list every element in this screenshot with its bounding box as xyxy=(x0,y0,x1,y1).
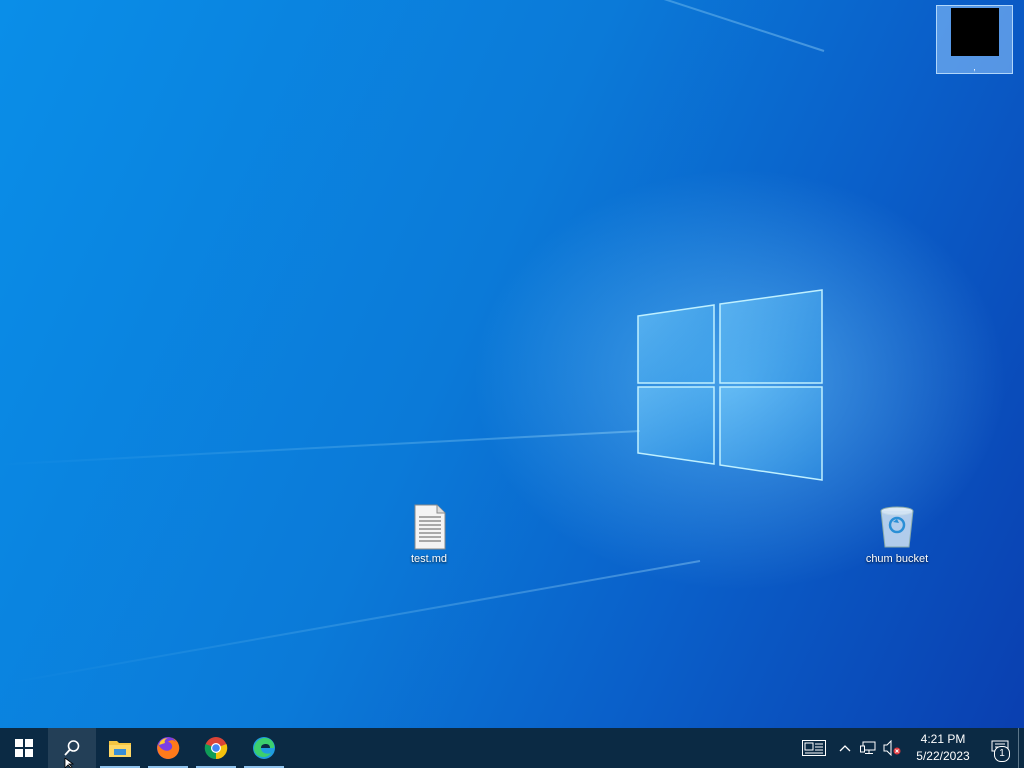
light-beam xyxy=(0,0,825,52)
windows-logo-wallpaper xyxy=(637,289,823,481)
windows-logo-icon xyxy=(15,739,33,757)
search-icon xyxy=(64,740,80,756)
volume-muted-icon xyxy=(883,740,901,756)
desktop-icon-chum-bucket[interactable]: chum bucket xyxy=(852,503,942,565)
edge-button[interactable] xyxy=(240,728,288,768)
desktop-background[interactable]: test.md chum bucket , xyxy=(0,0,1024,728)
light-beam xyxy=(0,430,641,466)
window-thumbnail[interactable]: , xyxy=(936,5,1013,74)
thumbnail-caption: , xyxy=(973,62,976,72)
text-file-icon xyxy=(405,503,453,551)
clock[interactable]: 4:21 PM 5/22/2023 xyxy=(904,728,982,768)
network-icon xyxy=(860,741,876,754)
firefox-button[interactable] xyxy=(144,728,192,768)
volume-button[interactable] xyxy=(880,728,904,768)
recycle-bin-icon xyxy=(873,503,921,551)
news-widget-button[interactable] xyxy=(794,728,834,768)
chevron-up-icon xyxy=(839,745,851,752)
desktop-icon-label: test.md xyxy=(410,553,448,565)
file-explorer-button[interactable] xyxy=(96,728,144,768)
chrome-button[interactable] xyxy=(192,728,240,768)
start-button[interactable] xyxy=(0,728,48,768)
action-center-button[interactable]: 1 xyxy=(982,728,1018,768)
network-button[interactable] xyxy=(856,728,880,768)
thumbnail-preview xyxy=(951,8,999,56)
clock-time: 4:21 PM xyxy=(920,732,966,746)
desktop-icon-test-md[interactable]: test.md xyxy=(384,503,474,565)
show-hidden-icons-button[interactable] xyxy=(834,728,856,768)
folder-icon xyxy=(109,741,131,757)
desktop-icon-label: chum bucket xyxy=(865,553,929,565)
show-desktop-button[interactable] xyxy=(1018,728,1024,768)
system-tray: 4:21 PM 5/22/2023 1 xyxy=(794,728,1024,768)
chrome-icon xyxy=(204,737,228,760)
clock-date: 5/22/2023 xyxy=(916,749,970,763)
taskbar: 4:21 PM 5/22/2023 1 xyxy=(0,728,1024,768)
edge-icon xyxy=(253,737,275,759)
mouse-cursor xyxy=(64,758,74,768)
light-beam xyxy=(10,560,701,684)
notification-count-badge: 1 xyxy=(994,746,1010,762)
news-icon xyxy=(802,740,826,756)
firefox-icon xyxy=(157,736,180,759)
